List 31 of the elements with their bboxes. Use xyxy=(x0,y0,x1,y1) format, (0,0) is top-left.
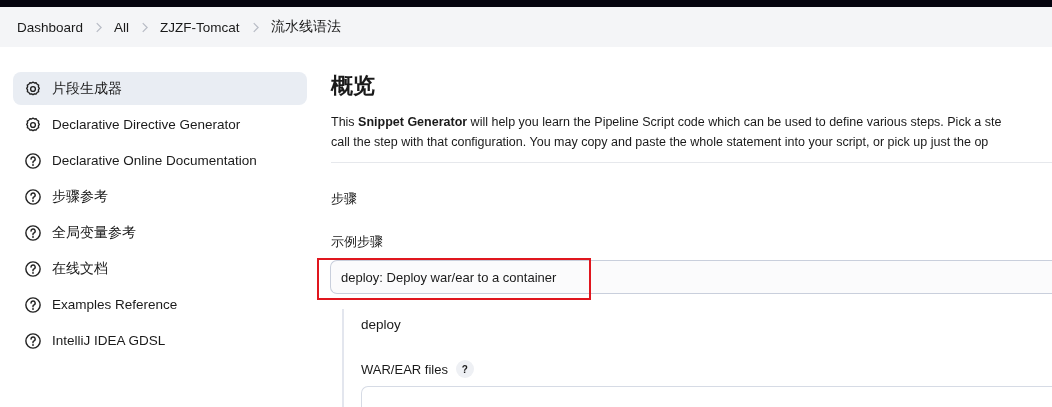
chevron-icon xyxy=(95,21,103,33)
sidebar-item[interactable]: Declarative Directive Generator xyxy=(13,108,307,141)
help-icon xyxy=(24,331,42,350)
step-select[interactable]: deploy: Deploy war/ear to a container xyxy=(330,260,1052,294)
page-title: 概览 xyxy=(331,72,376,100)
field-label: WAR/EAR files xyxy=(361,361,448,377)
sidebar-item[interactable]: 全局变量参考 xyxy=(13,216,307,249)
chevron-icon xyxy=(141,21,149,33)
help-icon xyxy=(24,295,42,314)
breadcrumb-link[interactable]: Dashboard xyxy=(17,19,84,35)
sidebar-item[interactable]: IntelliJ IDEA GDSL xyxy=(13,324,307,357)
help-button[interactable]: ? xyxy=(455,360,474,378)
sidebar-item[interactable]: 在线文档 xyxy=(13,252,307,285)
sidebar-item[interactable]: Declarative Online Documentation xyxy=(13,144,307,177)
breadcrumb-link[interactable]: 流水线语法 xyxy=(270,18,341,36)
chevron-icon xyxy=(251,21,259,33)
help-icon xyxy=(24,187,42,206)
sidebar-item[interactable]: 步骤参考 xyxy=(13,180,307,213)
settings-icon xyxy=(24,79,42,98)
help-icon xyxy=(24,151,42,170)
help-icon xyxy=(24,259,42,278)
sidebar-item[interactable]: Examples Reference xyxy=(13,288,307,321)
breadcrumb-link[interactable]: All xyxy=(114,19,130,35)
field-label: 示例步骤 xyxy=(331,233,384,251)
breadcrumb-link[interactable]: ZJZF-Tomcat xyxy=(160,19,240,35)
section-label: 步骤 xyxy=(331,190,358,208)
sidebar-item[interactable]: 片段生成器 xyxy=(13,72,307,105)
description-text: This Snippet Generator will help you learn the Pipeline Script code which can be used to define various steps. Pick a ste call the step with that configuration. You may copy and paste the whole statement into your script, or pick up just the op xyxy=(331,114,1003,151)
help-icon xyxy=(24,223,42,242)
step-name: deploy xyxy=(361,317,402,332)
settings-icon xyxy=(24,115,42,134)
